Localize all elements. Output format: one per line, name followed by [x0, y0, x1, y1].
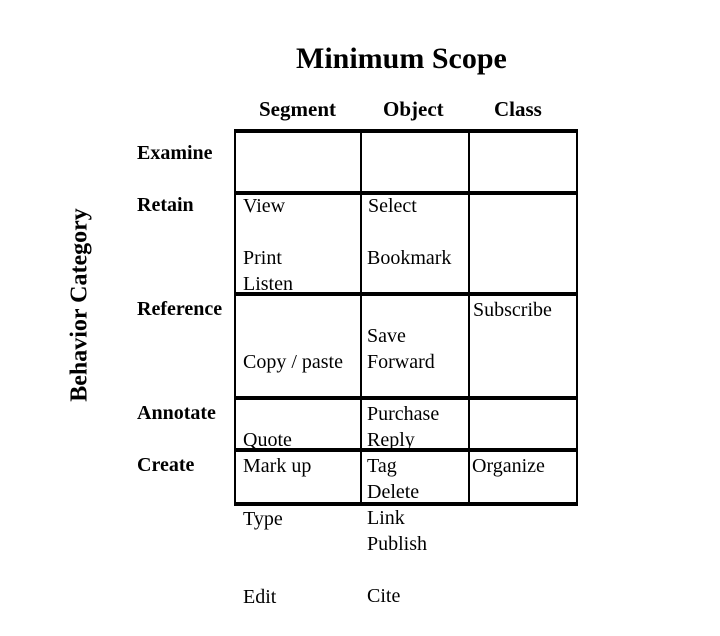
cell-annotate-object: Tag Publish	[367, 401, 427, 583]
column-header-class: Class	[494, 97, 542, 121]
row-label-examine: Examine	[137, 142, 213, 164]
cell-item: Subscribe	[473, 299, 552, 321]
row-label-create: Create	[137, 454, 195, 476]
cell-retain-class: Subscribe	[473, 245, 552, 349]
y-axis-label: Behavior Category	[66, 208, 93, 402]
row-label-reference: Reference	[137, 298, 223, 320]
grid-line-right	[576, 131, 578, 504]
grid-line-col-1	[360, 131, 362, 504]
cell-item: Organize	[472, 455, 545, 477]
diagram-title: Minimum Scope	[296, 42, 507, 75]
row-label-retain: Retain	[137, 194, 194, 216]
grid-line-top	[234, 129, 578, 133]
cell-create-segment: Type Edit	[243, 454, 283, 636]
cell-item: Edit	[243, 586, 277, 608]
cell-item: Tag	[367, 455, 397, 477]
cell-item: Type	[243, 508, 283, 530]
cell-annotate-class: Organize	[472, 401, 545, 505]
cell-item: Print	[243, 247, 282, 269]
grid-line-col-2	[468, 131, 470, 504]
grid-line-left	[234, 131, 236, 504]
cell-item: Cite	[367, 585, 401, 607]
cell-item: Bookmark	[367, 247, 452, 269]
column-header-segment: Segment	[259, 97, 336, 121]
cell-retain-segment: Print	[243, 193, 282, 297]
cell-item: Publish	[367, 533, 428, 555]
cell-item: Forward	[367, 351, 435, 373]
column-header-object: Object	[383, 97, 444, 121]
cell-item: Copy / paste	[243, 351, 343, 373]
row-label-annotate: Annotate	[137, 402, 216, 424]
